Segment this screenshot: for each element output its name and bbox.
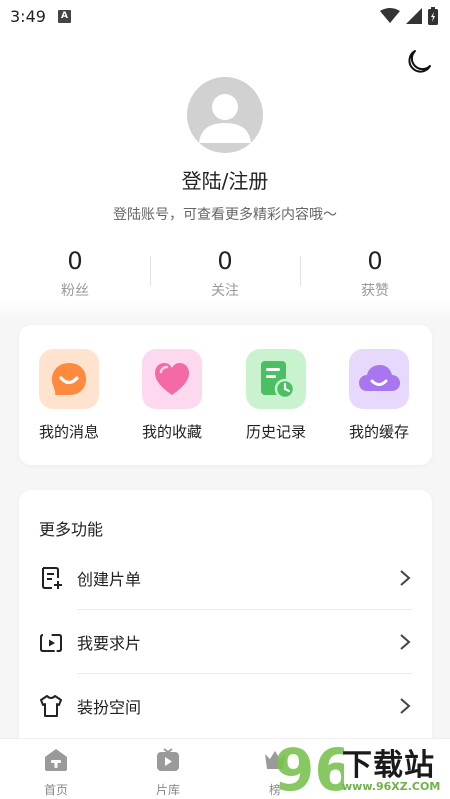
dress-up-icon: [40, 695, 62, 717]
svg-text:96: 96: [274, 738, 344, 798]
stat-likes[interactable]: 0 获赞: [300, 246, 450, 300]
message-icon: [39, 349, 99, 409]
quick-action-label: 历史记录: [245, 423, 306, 441]
quick-action-label: 我的消息: [38, 423, 99, 441]
quick-action-cache[interactable]: 我的缓存: [339, 349, 419, 442]
nav-item-home[interactable]: 首页: [26, 747, 86, 798]
night-mode-moon-icon[interactable]: [403, 47, 433, 77]
menu-item-label: 创建片单: [77, 570, 142, 589]
nav-item-library[interactable]: 片库: [138, 747, 198, 798]
stat-label: 粉丝: [61, 283, 89, 299]
watermark-url: www.96XZ.COM: [342, 780, 441, 793]
request-video-icon: [40, 634, 62, 652]
more-features-card: 更多功能 创建片单 我要求片 装扮空间: [19, 490, 432, 750]
quick-action-label: 我的收藏: [141, 423, 202, 441]
status-icons: [380, 6, 438, 26]
stat-fans[interactable]: 0 粉丝: [0, 246, 150, 300]
stat-value: 0: [217, 247, 233, 275]
battery-icon: [428, 7, 438, 25]
chevron-right-icon: [400, 698, 411, 714]
menu-item-create-list[interactable]: 创建片单: [39, 546, 412, 610]
quick-action-messages[interactable]: 我的消息: [29, 349, 109, 442]
chevron-right-icon: [400, 570, 411, 586]
quick-action-favorites[interactable]: 我的收藏: [132, 349, 212, 442]
heart-icon: [142, 349, 202, 409]
wifi-icon: [380, 8, 400, 23]
more-features-title: 更多功能: [39, 520, 104, 539]
quick-actions-card: 我的消息 我的收藏 历史记录 我的缓存: [19, 325, 432, 465]
stat-value: 0: [367, 247, 383, 275]
site-watermark: 96 下载站 www.96XZ.COM: [270, 736, 450, 799]
notification-a-icon: A: [58, 10, 71, 23]
cloud-icon: [349, 349, 409, 409]
quick-action-history[interactable]: 历史记录: [236, 349, 316, 442]
status-time: 3:49: [10, 7, 46, 26]
avatar-placeholder-icon: [188, 78, 262, 152]
menu-item-label: 我要求片: [77, 634, 142, 653]
menu-item-request-video[interactable]: 我要求片: [39, 610, 412, 674]
login-subtitle: 登陆账号，可查看更多精彩内容哦～: [113, 207, 337, 223]
watermark-96-logo: 96: [274, 738, 344, 798]
login-register-title[interactable]: 登陆/注册: [0, 165, 450, 194]
history-icon: [246, 349, 306, 409]
signal-icon: [406, 8, 422, 24]
stat-value: 0: [67, 247, 83, 275]
stat-label: 关注: [211, 283, 239, 299]
status-bar: 3:49 A: [0, 0, 450, 34]
library-icon: [157, 748, 179, 771]
profile-stats: 0 粉丝 0 关注 0 获赞: [0, 246, 450, 302]
nav-label: 片库: [155, 783, 180, 797]
stat-label: 获赞: [361, 283, 389, 299]
quick-action-label: 我的缓存: [348, 423, 409, 441]
avatar[interactable]: [187, 77, 263, 153]
home-icon: [45, 749, 67, 771]
stat-following[interactable]: 0 关注: [150, 246, 300, 300]
nav-label: 首页: [43, 783, 68, 797]
create-list-icon: [42, 567, 62, 589]
menu-item-label: 装扮空间: [77, 698, 142, 717]
chevron-right-icon: [400, 634, 411, 650]
menu-item-dress-up[interactable]: 装扮空间: [39, 674, 412, 738]
watermark-text: 下载站: [342, 748, 435, 783]
